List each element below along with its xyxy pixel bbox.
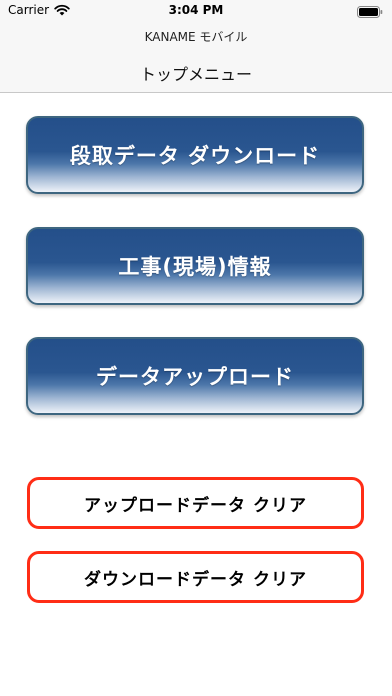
navigation-header: KANAME モバイル トップメニュー <box>0 24 392 93</box>
clear-upload-data-label: アップロードデータ クリア <box>84 495 307 516</box>
clear-download-data-label: ダウンロードデータ クリア <box>84 569 307 590</box>
download-setup-data-button[interactable]: 段取データ ダウンロード <box>26 116 364 194</box>
status-time: 3:04 PM <box>168 3 224 17</box>
site-info-button[interactable]: 工事(現場)情報 <box>26 227 364 305</box>
clear-download-data-button[interactable]: ダウンロードデータ クリア <box>27 551 364 603</box>
battery-icon <box>357 6 383 18</box>
clear-upload-data-button[interactable]: アップロードデータ クリア <box>27 477 364 529</box>
data-upload-button[interactable]: データアップロード <box>26 337 364 415</box>
status-bar: Carrier 3:04 PM <box>0 0 392 24</box>
data-upload-label: データアップロード <box>96 365 294 389</box>
download-setup-data-label: 段取データ ダウンロード <box>69 144 321 168</box>
app-name: KANAME モバイル <box>144 30 248 44</box>
page-title: トップメニュー <box>139 65 252 84</box>
site-info-label: 工事(現場)情報 <box>118 255 272 279</box>
